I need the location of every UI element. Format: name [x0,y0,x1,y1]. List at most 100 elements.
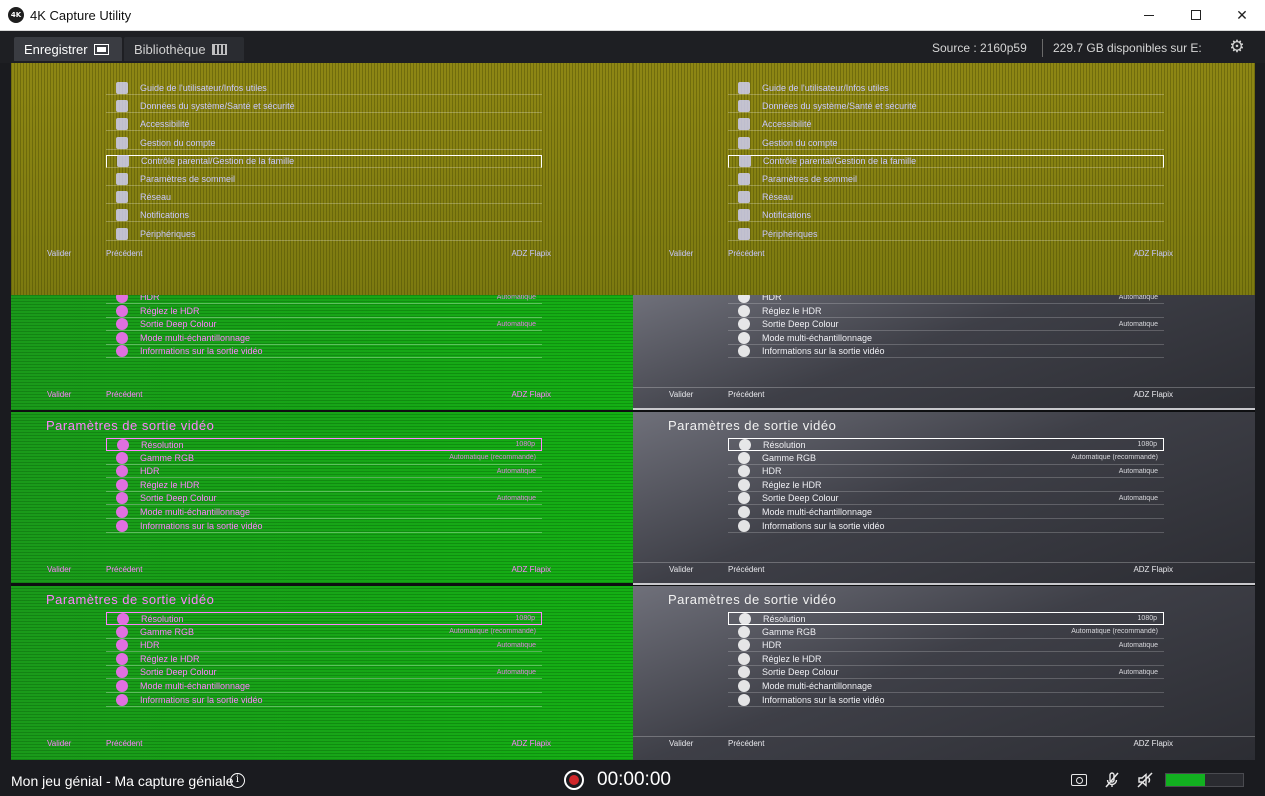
menu-item-label: Sortie Deep Colour [140,319,217,330]
menu-item: Réglez le HDR [728,304,1164,318]
menu-item: Paramètres de sommeil [106,173,542,186]
preview-band-4: Paramètres de sortie vidéo Résolution 108… [11,586,1255,760]
menu-item-icon [116,100,128,113]
footer-ok: Valider [47,739,72,748]
menu-item-value: Automatique [496,467,536,475]
menu-item: Gestion du compte [106,136,542,150]
menu-item-label: Gestion du compte [762,137,838,148]
source-resolution: Source : 2160p59 [932,41,1027,55]
camera-icon[interactable] [1070,771,1088,789]
menu-item-value: 1080p [515,441,535,448]
info-icon[interactable]: i [230,773,245,788]
menu-item-label: Réseau [140,192,172,203]
preview-right-2: HDR Automatique Réglez le HDR Sortie Deep C… [633,295,1255,410]
menu-item-label: Périphériques [140,228,196,239]
menu-item-label: Mode multi-échantillonnage [140,507,251,517]
menu-item-label: Résolution [141,439,184,450]
menu-item-icon [116,506,128,518]
footer-user: ADZ Flapix [511,565,551,574]
menu-item-value: Automatique [1118,641,1158,649]
menu-item-label: Données du système/Santé et sécurité [140,101,295,112]
preview-footer: Valider Précédent ADZ Flapix [11,736,633,752]
app-logo-icon: 4K [8,7,24,23]
menu-item: Sortie Deep Colour Automatique [728,666,1164,680]
menu-item-value: Automatique [496,668,536,676]
mic-muted-icon[interactable] [1103,771,1121,789]
menu-item-label: Gestion du compte [140,137,216,148]
menu-item-icon [116,345,128,358]
menu-item: Mode multi-échantillonnage [728,680,1164,693]
footer-back: Précédent [106,249,143,258]
menu-item: Sortie Deep Colour Automatique [728,492,1164,506]
menu-item: Informations sur la sortie vidéo [728,345,1164,359]
close-button[interactable]: ✕ [1219,0,1265,30]
menu-item-label: Informations sur la sortie vidéo [762,520,885,531]
menu-item-label: HDR [762,640,782,651]
footer-back: Précédent [728,565,765,574]
footer-back: Précédent [728,739,765,748]
menu-item-icon [738,100,750,113]
footer-ok: Valider [47,249,72,258]
menu-item: Informations sur la sortie vidéo [728,693,1164,707]
menu-item-icon [117,438,129,451]
menu-item-icon [116,519,128,532]
menu-item-label: Mode multi-échantillonnage [762,332,873,343]
camera-glyph [1071,774,1087,786]
menu-item-label: Mode multi-échantillonnage [140,681,251,691]
menu-item-label: Réseau [762,192,794,203]
menu-item-icon [116,295,128,303]
menu-item-icon [116,492,128,505]
menu-item-label: Gamme RGB [140,626,195,637]
gear-icon[interactable]: ⚙ [1228,38,1246,56]
menu-item-label: Réglez le HDR [762,653,822,664]
menu-item-label: Gamme RGB [762,452,817,463]
status-bar: Mon jeu génial - Ma capture géniale i 00… [0,763,1265,796]
minimize-button[interactable] [1126,0,1172,30]
menu-item: Gamme RGB Automatique (recommandé) [728,625,1164,639]
menu-item-label: Réglez le HDR [762,305,822,316]
menu-item-icon [738,478,750,491]
menu-item: Accessibilité [106,118,542,132]
menu-item-label: Contrôle parental/Gestion de la famille [141,156,295,167]
band-divider [633,583,1255,585]
menu-item-label: HDR [140,640,160,651]
capture-name[interactable]: Mon jeu génial - Ma capture géniale [11,773,234,789]
menu-item: Résolution 1080p [106,612,542,625]
menu-item-icon [738,666,750,679]
tab-record[interactable]: Enregistrer [14,37,122,61]
menu-item-icon [116,666,128,679]
menu-item-icon [738,652,750,665]
maximize-button[interactable] [1173,0,1219,30]
menu-item: Réglez le HDR [106,652,542,666]
preview-footer: Valider Précédent ADZ Flapix [633,246,1255,262]
menu-item-value: Automatique [496,320,536,328]
menu-item-label: Périphériques [762,228,818,239]
menu-item-value: Automatique [1118,467,1158,475]
preview-left-3: Paramètres de sortie vidéo Résolution 108… [11,412,633,583]
menu-item-icon [738,451,750,464]
menu-item-icon [738,209,750,222]
menu-item: Réglez le HDR [106,478,542,492]
menu-item-label: Sortie Deep Colour [762,667,839,678]
menu-item: Périphériques [728,227,1164,241]
divider [1042,39,1043,57]
menu-item-label: Informations sur la sortie vidéo [140,694,263,705]
tab-library-label: Bibliothèque [134,41,206,57]
minimize-icon [1144,14,1154,16]
footer-back: Précédent [728,390,765,399]
tab-library[interactable]: Bibliothèque [124,37,244,61]
menu-item-label: Guide de l'utilisateur/Infos utiles [762,83,889,93]
menu-item-value: Automatique [496,295,536,301]
preview-footer: Valider Précédent ADZ Flapix [633,387,1255,403]
section-title: Paramètres de sortie vidéo [46,418,215,433]
audio-level-fill [1166,774,1205,786]
menu-item-value: Automatique [496,494,536,502]
record-button[interactable] [564,770,584,790]
preview-band-3: Paramètres de sortie vidéo Résolution 108… [11,412,1255,583]
menu-item-icon [116,451,128,464]
menu-item: Résolution 1080p [106,438,542,451]
menu-item-label: Sortie Deep Colour [762,493,839,504]
menu-item-label: Paramètres de sommeil [762,174,858,184]
speaker-muted-icon[interactable] [1136,771,1154,789]
menu-item-label: Informations sur la sortie vidéo [762,346,885,357]
